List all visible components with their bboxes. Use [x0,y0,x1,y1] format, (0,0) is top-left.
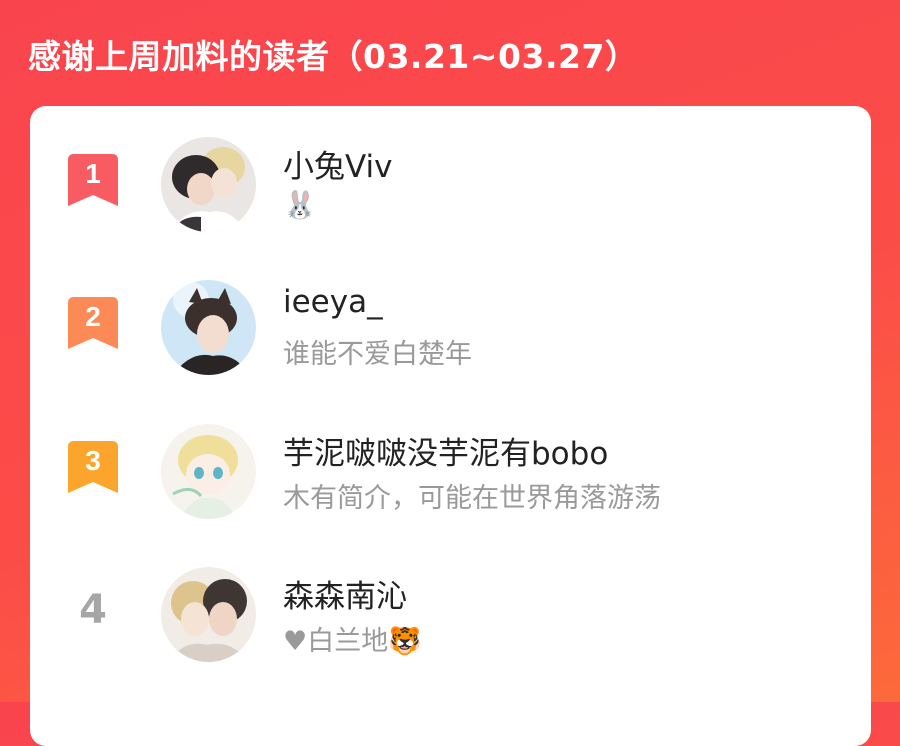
reader-bio: 木有简介，可能在世界角落游荡 [283,483,661,514]
reader-row[interactable]: 1 小兔Viv 🐰 [30,137,871,237]
rank-ribbon-badge: 1 [68,154,118,206]
reader-ranking-card: 1 小兔Viv 🐰 2 ieeya_ 谁能不爱白楚年 3 芋泥啵啵没芋泥有bob… [30,106,871,746]
rank-number: 3 [85,445,101,476]
reader-row[interactable]: 4 森森南沁 ♥白兰地🐯 [30,567,871,667]
reader-name[interactable]: 芋泥啵啵没芋泥有bobo [283,428,608,473]
avatar-couple-icon[interactable] [161,137,256,232]
rank-ribbon-badge: 2 [68,297,118,349]
rank-number: 2 [85,301,101,332]
rank-number: 4 [79,587,107,633]
avatar-chibi-icon[interactable] [161,424,256,519]
reader-name[interactable]: ieeya_ [283,284,383,320]
reader-bio: 🐰 [283,190,317,221]
avatar-couple-icon[interactable] [161,567,256,662]
reader-name[interactable]: 森森南沁 [283,571,407,616]
rank-number: 1 [85,158,101,189]
page-title: 感谢上周加料的读者（03.21~03.27） [28,37,639,76]
reader-row[interactable]: 2 ieeya_ 谁能不爱白楚年 [30,280,871,380]
rank-ribbon-badge: 3 [68,441,118,493]
reader-bio: 谁能不爱白楚年 [283,339,472,370]
reader-name[interactable]: 小兔Viv [283,141,392,186]
reader-bio: ♥白兰地🐯 [283,626,422,657]
reader-row[interactable]: 3 芋泥啵啵没芋泥有bobo 木有简介，可能在世界角落游荡 [30,424,871,524]
avatar-catboy-icon[interactable] [161,280,256,375]
